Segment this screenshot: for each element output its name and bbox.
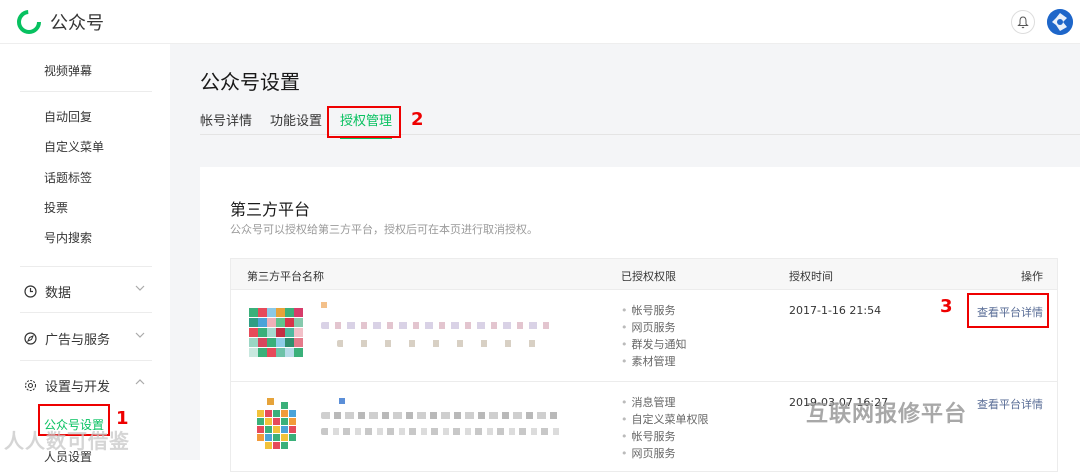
permission-list: 帐号服务 网页服务 群发与通知 素材管理	[621, 302, 687, 370]
watermark-left: 人人数可借鉴	[4, 429, 130, 453]
sidebar-item-custom-menu[interactable]: 自定义菜单	[44, 138, 104, 155]
table-row: 帐号服务 网页服务 群发与通知 素材管理 2017-1-16 21:54 查看平…	[230, 290, 1058, 382]
compass-icon	[24, 332, 37, 345]
annotation-box-3	[967, 293, 1049, 328]
watermark-right: 互联网报修平台	[806, 402, 968, 427]
platform-logo-pixelated	[257, 398, 303, 458]
divider	[20, 312, 152, 313]
permission-item: 群发与通知	[621, 336, 687, 353]
sidebar-item-topic-tags[interactable]: 话题标签	[44, 169, 92, 186]
permission-item: 自定义菜单权限	[621, 411, 709, 428]
table-header: 第三方平台名称 已授权权限 授权时间 操作	[230, 258, 1058, 290]
sidebar-group-ads-services[interactable]: 广告与服务	[24, 329, 150, 348]
sidebar-item-auto-reply[interactable]: 自动回复	[44, 108, 92, 125]
auth-time: 2017-1-16 21:54	[789, 304, 882, 317]
page-title: 公众号设置	[200, 70, 300, 94]
gear-icon	[24, 379, 37, 392]
top-bar: 公众号	[0, 0, 1080, 44]
sidebar-group-settings-dev[interactable]: 设置与开发	[24, 376, 150, 395]
column-header: 第三方平台名称	[247, 270, 324, 283]
app-logo[interactable]: 公众号	[16, 9, 104, 35]
app-title: 公众号	[50, 13, 104, 34]
avatar[interactable]	[1047, 9, 1073, 35]
permission-item: 消息管理	[621, 394, 709, 411]
section-title: 第三方平台	[230, 200, 311, 219]
section-description: 公众号可以授权给第三方平台，授权后可在本页进行取消授权。	[230, 223, 538, 236]
sidebar-group-label: 设置与开发	[45, 380, 111, 395]
bell-icon[interactable]	[1011, 10, 1035, 34]
blurred-platform-name	[321, 322, 551, 329]
permission-item: 网页服务	[621, 319, 687, 336]
chevron-down-icon	[135, 332, 145, 338]
annotation-number-2: 2	[411, 109, 424, 130]
sidebar-item-search[interactable]: 号内搜索	[44, 229, 92, 246]
view-platform-details-link[interactable]: 查看平台详情	[977, 396, 1043, 412]
permission-item: 帐号服务	[621, 302, 687, 319]
permission-item: 帐号服务	[621, 428, 709, 445]
permission-item: 素材管理	[621, 353, 687, 370]
permission-item: 网页服务	[621, 445, 709, 462]
blurred-block	[339, 398, 345, 404]
divider	[20, 266, 152, 267]
blurred-platform-name	[337, 340, 537, 347]
sidebar-item-video-danmaku[interactable]: 视频弹幕	[44, 62, 92, 79]
divider	[20, 360, 152, 361]
platform-table: 第三方平台名称 已授权权限 授权时间 操作 • 帐号服务 • 网页服务 • 群发…	[230, 258, 1058, 472]
clock-icon	[24, 285, 37, 298]
annotation-box-2	[327, 106, 401, 138]
blurred-platform-name	[321, 412, 561, 419]
divider	[20, 91, 152, 92]
column-header: 授权时间	[789, 270, 833, 283]
chevron-down-icon	[135, 285, 145, 291]
sidebar-group-label: 数据	[45, 286, 72, 301]
wechat-logo-icon	[17, 10, 41, 34]
sidebar-item-vote[interactable]: 投票	[44, 199, 68, 216]
sidebar-group-data[interactable]: 数据	[24, 282, 150, 301]
sidebar-group-label: 广告与服务	[45, 333, 111, 348]
annotation-number-3: 3	[940, 296, 953, 317]
sidebar: 视频弹幕 自动回复 自定义菜单 话题标签 投票 号内搜索 数据 广告与服务 设置…	[0, 44, 170, 464]
column-header: 已授权权限	[621, 270, 676, 283]
column-header: 操作	[1021, 270, 1043, 283]
blurred-block	[321, 302, 327, 308]
chevron-up-icon	[135, 379, 145, 385]
platform-logo-pixelated	[249, 308, 303, 358]
blurred-platform-name	[321, 428, 561, 435]
permission-list: 消息管理 自定义菜单权限 帐号服务 网页服务	[621, 394, 709, 462]
